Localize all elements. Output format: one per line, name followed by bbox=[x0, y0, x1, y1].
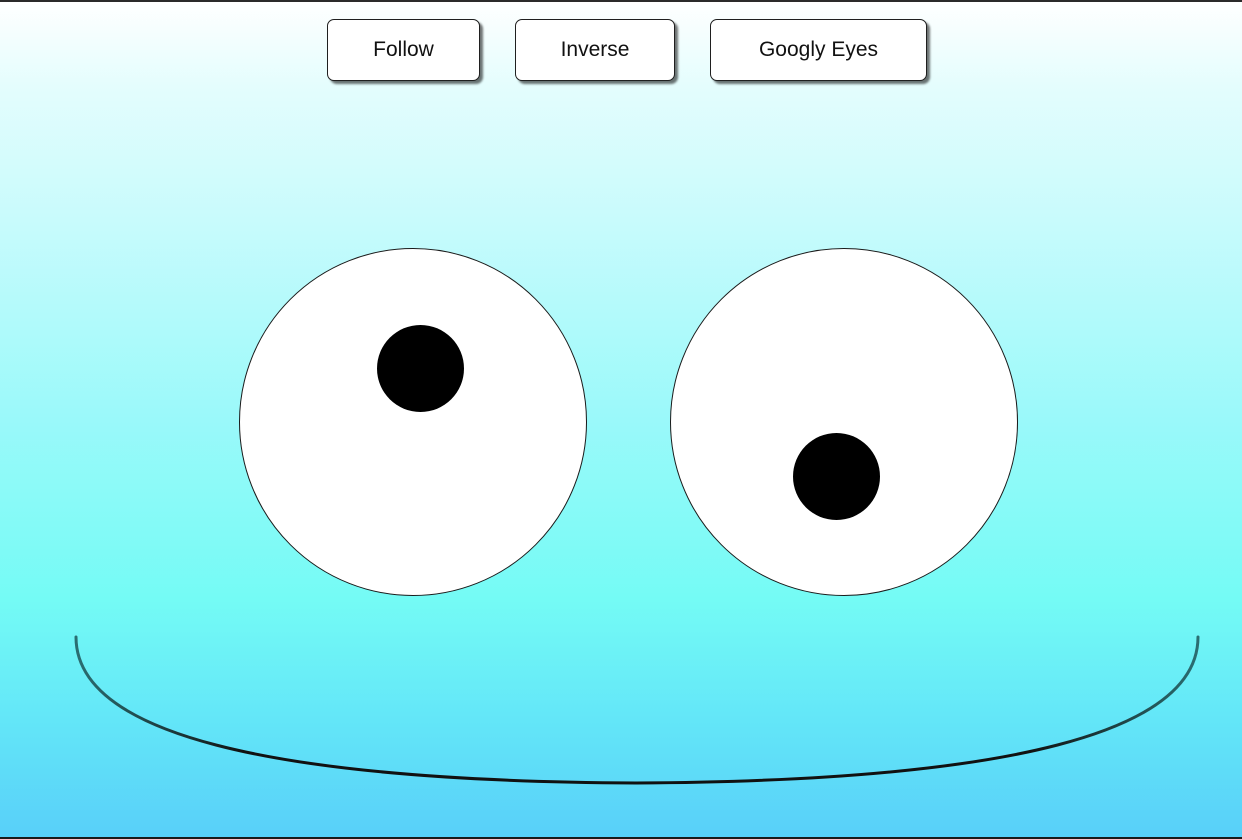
top-border bbox=[0, 0, 1242, 2]
mouth-smile bbox=[74, 635, 1200, 785]
inverse-button[interactable]: Inverse bbox=[515, 19, 675, 81]
googly-eyes-button[interactable]: Googly Eyes bbox=[710, 19, 927, 81]
left-eye bbox=[239, 248, 587, 596]
right-eye bbox=[670, 248, 1018, 596]
follow-button[interactable]: Follow bbox=[327, 19, 480, 81]
left-pupil bbox=[377, 325, 464, 412]
right-pupil bbox=[793, 433, 880, 520]
